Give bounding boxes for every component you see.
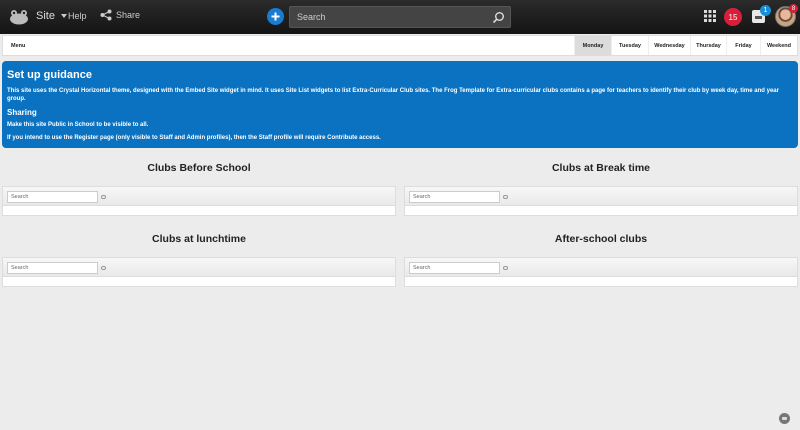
chat-icon[interactable]	[779, 413, 790, 424]
register-paragraph: If you intend to use the Register page (…	[7, 135, 381, 141]
sharing-paragraph: Make this site Public in School to be vi…	[7, 122, 149, 128]
tab-friday[interactable]: Friday	[726, 36, 760, 55]
plus-icon	[271, 12, 280, 21]
clubs-lunchtime-list	[2, 257, 396, 287]
search-input[interactable]	[290, 7, 510, 27]
refresh-icon[interactable]	[503, 266, 508, 270]
share-button[interactable]: Share	[100, 9, 140, 21]
clubs-break-time-title: Clubs at Break time	[551, 162, 651, 174]
list-toolbar	[3, 258, 395, 277]
setup-guidance-panel: Set up guidance This site uses the Cryst…	[2, 61, 798, 148]
inbox-count-badge: 1	[760, 5, 771, 16]
top-bar: Site Help Share 15 1 8	[0, 0, 800, 34]
guidance-paragraph: This site uses the Crystal Horizontal th…	[7, 88, 779, 102]
menu-label[interactable]: Menu	[3, 36, 574, 55]
clubs-before-school-list	[2, 186, 396, 216]
search-input[interactable]	[7, 262, 98, 274]
help-link[interactable]: Help	[68, 11, 87, 21]
list-toolbar	[3, 187, 395, 206]
frog-logo-icon[interactable]	[9, 9, 29, 25]
sharing-heading: Sharing	[7, 108, 37, 117]
notifications-badge[interactable]: 15	[724, 8, 742, 26]
site-menu[interactable]: Site	[36, 10, 67, 22]
site-menu-label: Site	[36, 10, 55, 22]
guidance-title: Set up guidance	[7, 69, 92, 81]
list-toolbar	[405, 187, 797, 206]
tab-weekend[interactable]: Weekend	[760, 36, 797, 55]
share-icon	[100, 9, 112, 21]
global-search	[289, 6, 511, 28]
tab-thursday[interactable]: Thursday	[690, 36, 726, 55]
refresh-icon[interactable]	[101, 266, 106, 270]
day-nav: Menu Monday Tuesday Wednesday Thursday F…	[2, 35, 798, 56]
clubs-lunchtime-title: Clubs at lunchtime	[152, 233, 246, 245]
search-input[interactable]	[409, 191, 500, 203]
clubs-break-time-list	[404, 186, 798, 216]
refresh-icon[interactable]	[101, 195, 106, 199]
apps-grid-icon[interactable]	[704, 10, 716, 22]
add-button[interactable]	[267, 8, 284, 25]
share-label: Share	[116, 10, 141, 20]
search-input[interactable]	[409, 262, 500, 274]
after-school-clubs-list	[404, 257, 798, 287]
search-input[interactable]	[7, 191, 98, 203]
list-toolbar	[405, 258, 797, 277]
tab-monday[interactable]: Monday	[574, 36, 611, 55]
clubs-before-school-title: Clubs Before School	[147, 162, 251, 174]
refresh-icon[interactable]	[503, 195, 508, 199]
tab-tuesday[interactable]: Tuesday	[611, 36, 648, 55]
after-school-clubs-title: After-school clubs	[554, 233, 648, 245]
avatar-badge: 8	[789, 4, 798, 13]
chevron-down-icon	[60, 14, 67, 18]
search-icon[interactable]	[492, 11, 505, 24]
tab-wednesday[interactable]: Wednesday	[648, 36, 690, 55]
